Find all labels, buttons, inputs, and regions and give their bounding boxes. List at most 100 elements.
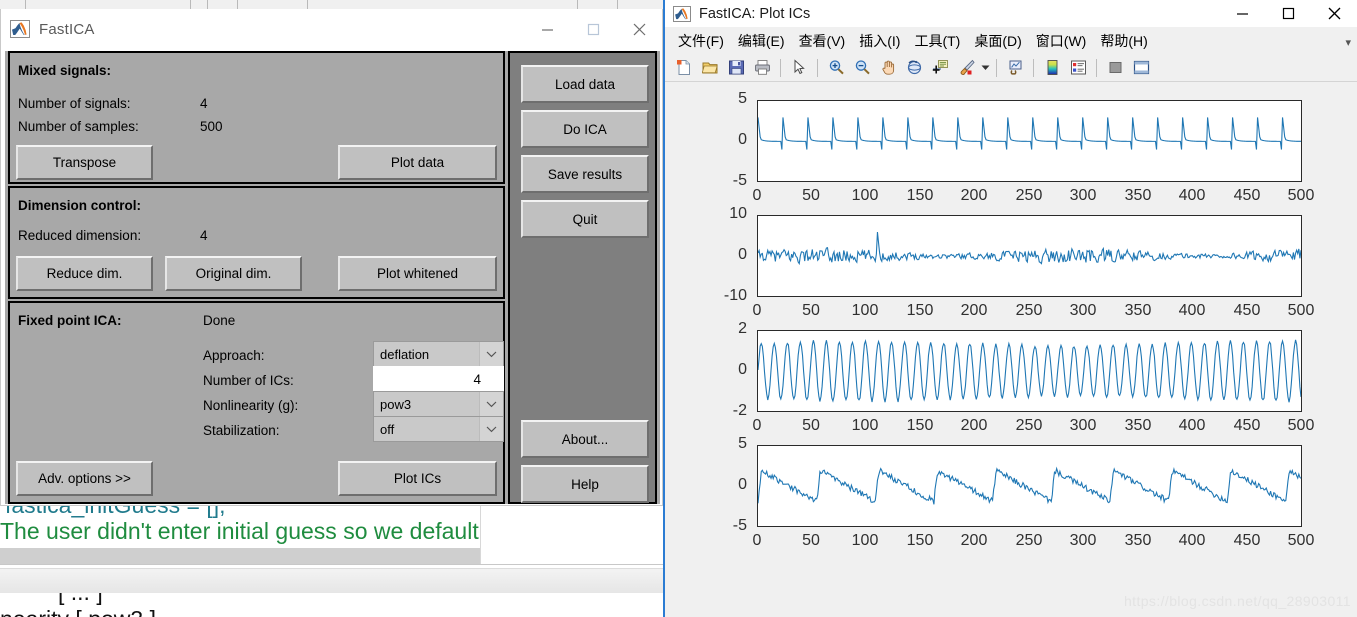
label-number-of-signals: Number of signals:	[18, 96, 131, 111]
xtick-4-250: 250	[1015, 532, 1043, 549]
fastica-body: Mixed signals: Number of signals: 4 Numb…	[5, 51, 660, 504]
legend-icon[interactable]	[1065, 56, 1091, 80]
axes-box-1	[757, 100, 1302, 182]
load-data-button[interactable]: Load data	[521, 65, 649, 103]
open-file-icon[interactable]	[697, 56, 723, 80]
xtick-4-500: 500	[1287, 532, 1315, 549]
fastica-titlebar[interactable]: FastICA	[1, 9, 662, 49]
hide-plot-tools-icon[interactable]	[1102, 56, 1128, 80]
console-teal-text: fastica_initGuess = [];	[5, 506, 226, 518]
toolbar-separator	[780, 58, 781, 77]
console-selection-highlight	[0, 548, 480, 564]
ytick-4-top: 5	[738, 435, 747, 452]
label-number-of-samples: Number of samples:	[18, 119, 139, 134]
menu-help[interactable]: 帮助(H)	[1093, 29, 1154, 53]
matlab-logo-icon	[673, 5, 691, 22]
zoom-in-icon[interactable]	[823, 56, 849, 80]
stabilization-dropdown[interactable]: off	[373, 416, 504, 442]
menu-desktop[interactable]: 桌面(D)	[967, 29, 1028, 53]
axes-box-2	[757, 215, 1302, 297]
plot-ics-titlebar[interactable]: FastICA: Plot ICs	[665, 0, 1357, 27]
transpose-button[interactable]: Transpose	[16, 145, 153, 180]
menu-file[interactable]: 文件(F)	[671, 29, 731, 53]
save-figure-icon[interactable]	[723, 56, 749, 80]
subplot-ic-3: 2 0 -2 0 50 100 150 200 250 300 350 400 …	[665, 314, 1357, 447]
ytick-2-mid: 0	[738, 246, 747, 263]
approach-dropdown-value: deflation	[380, 346, 430, 362]
colorbar-icon[interactable]	[1039, 56, 1065, 80]
xtick-4-50: 50	[802, 532, 820, 549]
axes-box-4	[757, 445, 1302, 527]
ytick-1-top: 5	[738, 90, 747, 107]
adv-options-button[interactable]: Adv. options >>	[16, 461, 153, 496]
do-ica-button[interactable]: Do ICA	[521, 110, 649, 148]
console-partial-line-top: fastica_initGuess = [];	[0, 506, 480, 518]
watermark-text: https://blog.csdn.net/qq_28903011	[1123, 593, 1351, 609]
quit-button[interactable]: Quit	[521, 200, 649, 238]
link-plot-icon[interactable]	[1002, 56, 1028, 80]
plot-ics-figure-window: FastICA: Plot ICs 文件(F) 编辑(E) 查看(V) 插入(I…	[663, 0, 1357, 617]
xtick-4-200: 200	[960, 532, 988, 549]
data-cursor-icon[interactable]	[927, 56, 953, 80]
reduce-dim-button[interactable]: Reduce dim.	[16, 256, 153, 291]
save-results-button[interactable]: Save results	[521, 155, 649, 193]
matlab-logo-icon	[10, 20, 30, 38]
menu-overflow-icon[interactable]: ▾	[1345, 36, 1351, 49]
menu-window[interactable]: 窗口(W)	[1029, 29, 1094, 53]
pointer-icon[interactable]	[786, 56, 812, 80]
label-nonlinearity: Nonlinearity (g):	[203, 398, 299, 413]
matlab-console-area: fastica_initGuess = []; The user didn't …	[0, 506, 663, 617]
chevron-down-icon	[479, 342, 503, 366]
plot-data-button[interactable]: Plot data	[338, 145, 497, 180]
maximize-icon[interactable]	[570, 9, 616, 49]
show-plot-tools-icon[interactable]	[1128, 56, 1154, 80]
toolbar-separator	[996, 58, 997, 77]
console-partial-text: [ ... ]	[58, 593, 103, 606]
rotate-3d-icon[interactable]	[901, 56, 927, 80]
toolbar-separator	[1033, 58, 1034, 77]
menu-insert[interactable]: 插入(I)	[852, 29, 907, 53]
subplot-ic-1: 5 0 -5 0 50 100 150 200 250 300 350 400 …	[665, 84, 1357, 217]
xtick-4-450: 450	[1233, 532, 1261, 549]
minimize-icon[interactable]	[524, 9, 570, 49]
xtick-4-150: 150	[906, 532, 934, 549]
print-figure-icon[interactable]	[749, 56, 775, 80]
pan-icon[interactable]	[875, 56, 901, 80]
brush-icon[interactable]	[953, 56, 979, 80]
approach-dropdown[interactable]: deflation	[373, 341, 504, 367]
plot-whitened-button[interactable]: Plot whitened	[338, 256, 497, 291]
original-dim-button[interactable]: Original dim.	[165, 256, 302, 291]
figure-toolbar	[665, 54, 1357, 82]
label-reduced-dimension: Reduced dimension:	[18, 228, 142, 243]
brush-dropdown-icon[interactable]	[979, 56, 991, 80]
menu-view[interactable]: 查看(V)	[792, 29, 853, 53]
action-button-panel: Load data Do ICA Save results Quit About…	[508, 51, 657, 504]
plot-ics-button[interactable]: Plot ICs	[338, 461, 497, 496]
label-stabilization: Stabilization:	[203, 423, 280, 438]
xtick-4-300: 300	[1069, 532, 1097, 549]
console-right-margin	[480, 506, 663, 564]
help-button[interactable]: Help	[521, 465, 649, 503]
close-icon[interactable]	[1311, 0, 1357, 27]
menu-tools[interactable]: 工具(T)	[907, 29, 967, 53]
group-dimension-control-title: Dimension control:	[18, 198, 142, 213]
fastica-control-window: FastICA Mixed signals: Number of signals…	[0, 9, 663, 506]
chevron-down-icon	[479, 417, 503, 441]
zoom-out-icon[interactable]	[849, 56, 875, 80]
new-figure-icon[interactable]	[671, 56, 697, 80]
plot-ics-window-title: FastICA: Plot ICs	[699, 5, 811, 22]
value-number-of-samples: 500	[200, 119, 223, 134]
xtick-4-0: 0	[752, 532, 762, 549]
fastica-window-title: FastICA	[39, 20, 95, 38]
xtick-4-400: 400	[1178, 532, 1206, 549]
minimize-icon[interactable]	[1219, 0, 1265, 27]
close-icon[interactable]	[616, 9, 662, 49]
menubar: 文件(F) 编辑(E) 查看(V) 插入(I) 工具(T) 桌面(D) 窗口(W…	[665, 27, 1357, 54]
number-of-ics-input[interactable]: 4	[373, 366, 504, 392]
nonlinearity-dropdown[interactable]: pow3	[373, 391, 504, 417]
console-green-text: The user didn't enter initial guess so w…	[0, 518, 479, 544]
about-button[interactable]: About...	[521, 420, 649, 458]
maximize-icon[interactable]	[1265, 0, 1311, 27]
number-of-ics-value: 4	[473, 371, 481, 387]
menu-edit[interactable]: 编辑(E)	[731, 29, 792, 53]
